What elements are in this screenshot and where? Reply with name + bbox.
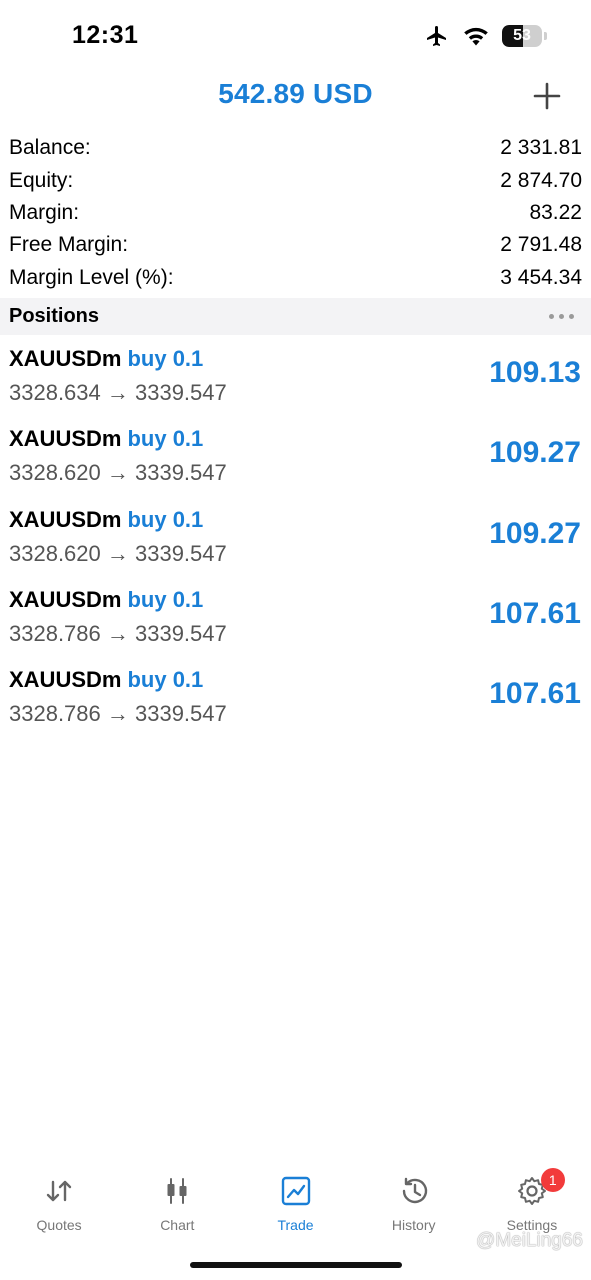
home-indicator[interactable] bbox=[190, 1262, 402, 1268]
position-side-volume: buy 0.1 bbox=[127, 346, 204, 371]
tab-history-label: History bbox=[391, 1217, 436, 1233]
wifi-icon bbox=[464, 27, 488, 46]
margin-level-value: 3 454.34 bbox=[500, 265, 582, 289]
account-summary: Balance: 2 331.81 Equity: 2 874.70 Margi… bbox=[0, 132, 591, 294]
position-row[interactable]: XAUUSDm buy 0.1 3328.786 → 3339.547 107.6… bbox=[0, 659, 591, 739]
position-profit: 107.61 bbox=[489, 677, 581, 711]
margin-row: Margin: 83.22 bbox=[0, 197, 591, 229]
status-time: 12:31 bbox=[72, 21, 139, 49]
position-symbol: XAUUSDm bbox=[9, 426, 122, 452]
trade-screen: 12:31 53 542.89 USD Balance: 2 331.81 Eq… bbox=[0, 0, 591, 1280]
plus-icon[interactable] bbox=[531, 80, 563, 112]
position-symbol: XAUUSDm bbox=[9, 586, 122, 612]
airplane-icon bbox=[427, 26, 446, 46]
tab-quotes-label: Quotes bbox=[36, 1217, 82, 1233]
tab-history[interactable]: History bbox=[355, 1170, 473, 1240]
margin-label: Margin: bbox=[9, 200, 80, 224]
equity-label: Equity: bbox=[9, 168, 74, 192]
equity-row: Equity: 2 874.70 bbox=[0, 164, 591, 196]
positions-list: XAUUSDm buy 0.1 3328.634 → 3339.547 109.1… bbox=[0, 338, 591, 739]
position-prices: 3328.786 → 3339.547 bbox=[9, 701, 227, 727]
position-profit: 109.13 bbox=[489, 356, 581, 389]
battery-level: 53 bbox=[513, 27, 531, 44]
status-icons: 53 bbox=[424, 22, 547, 50]
position-row[interactable]: XAUUSDm buy 0.1 3328.620 → 3339.547 109.2… bbox=[0, 418, 591, 498]
free-margin-row: Free Margin: 2 791.48 bbox=[0, 229, 591, 261]
tab-chart[interactable]: Chart bbox=[118, 1170, 236, 1240]
position-side-volume: buy 0.1 bbox=[127, 586, 204, 612]
battery-icon: 53 bbox=[502, 25, 542, 47]
more-options-icon[interactable] bbox=[549, 314, 574, 319]
position-prices: 3328.634 → 3339.547 bbox=[9, 380, 227, 405]
positions-title: Positions bbox=[9, 305, 100, 327]
position-symbol: XAUUSDm bbox=[9, 346, 122, 371]
position-prices: 3328.786 → 3339.547 bbox=[9, 620, 227, 646]
position-side-volume: buy 0.1 bbox=[127, 506, 204, 532]
position-profit: 107.61 bbox=[489, 596, 581, 630]
balance-value: 2 331.81 bbox=[500, 136, 582, 160]
positions-section-header: Positions bbox=[0, 298, 591, 335]
position-side-volume: buy 0.1 bbox=[127, 426, 204, 452]
header: 542.89 USD bbox=[0, 70, 591, 125]
position-prices: 3328.620 → 3339.547 bbox=[9, 540, 227, 566]
free-margin-label: Free Margin: bbox=[9, 233, 129, 257]
equity-value: 2 874.70 bbox=[500, 168, 582, 192]
balance-row: Balance: 2 331.81 bbox=[0, 132, 591, 164]
position-symbol: XAUUSDm bbox=[9, 667, 122, 693]
margin-value: 83.22 bbox=[529, 200, 582, 224]
balance-label: Balance: bbox=[9, 136, 91, 160]
position-symbol: XAUUSDm bbox=[9, 506, 122, 532]
settings-notification-badge: 1 bbox=[540, 1168, 565, 1192]
position-side-volume: buy 0.1 bbox=[127, 667, 204, 693]
position-prices: 3328.620 → 3339.547 bbox=[9, 460, 227, 486]
position-profit: 109.27 bbox=[489, 436, 581, 470]
watermark: @MeiLing66 bbox=[476, 1230, 583, 1251]
position-profit: 109.27 bbox=[489, 516, 581, 550]
tab-trade-label: Trade bbox=[277, 1217, 314, 1233]
free-margin-value: 2 791.48 bbox=[500, 233, 582, 257]
margin-level-row: Margin Level (%): 3 454.34 bbox=[0, 262, 591, 294]
margin-level-label: Margin Level (%): bbox=[9, 265, 174, 289]
tab-chart-label: Chart bbox=[160, 1217, 195, 1233]
tab-trade[interactable]: Trade bbox=[236, 1170, 354, 1240]
account-profit-title: 542.89 USD bbox=[218, 78, 373, 109]
quotes-arrows-icon bbox=[46, 1180, 72, 1202]
status-bar: 12:31 53 bbox=[0, 0, 591, 70]
trade-chart-icon bbox=[281, 1176, 310, 1206]
tab-quotes[interactable]: Quotes bbox=[0, 1170, 118, 1240]
candlestick-icon bbox=[167, 1178, 187, 1204]
position-row[interactable]: XAUUSDm buy 0.1 3328.620 → 3339.547 109.2… bbox=[0, 499, 591, 579]
position-row[interactable]: XAUUSDm buy 0.1 3328.786 → 3339.547 107.6… bbox=[0, 579, 591, 659]
history-clock-icon bbox=[402, 1177, 427, 1204]
position-row[interactable]: XAUUSDm buy 0.1 3328.634 → 3339.547 109.1… bbox=[0, 338, 591, 418]
battery-tip bbox=[544, 32, 547, 40]
